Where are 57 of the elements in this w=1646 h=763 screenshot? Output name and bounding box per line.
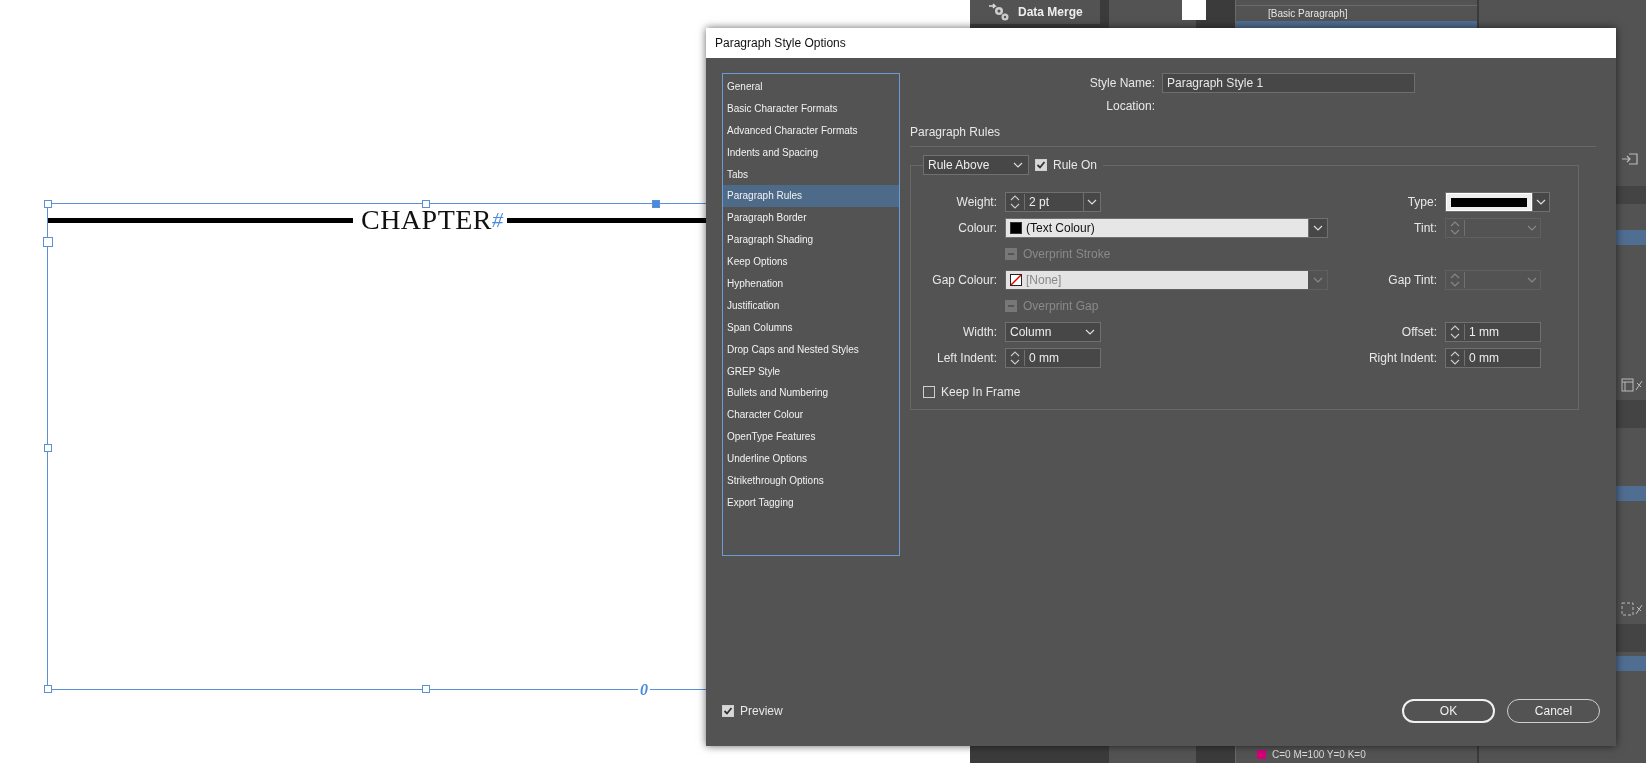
field-label: Left Indent: xyxy=(935,351,997,365)
panel-icon[interactable] xyxy=(1621,152,1639,166)
field-label: Colour: xyxy=(957,221,997,235)
field-label: Offset: xyxy=(1400,325,1437,339)
colour-dropdown[interactable]: (Text Colour) xyxy=(1005,218,1328,238)
chevron-down-icon xyxy=(1536,199,1546,205)
category-item[interactable]: Tabs xyxy=(723,163,899,186)
combo-field[interactable]: 2 pt xyxy=(1005,192,1101,212)
chevron-down-icon xyxy=(1085,329,1095,335)
frame-icon[interactable] xyxy=(1621,602,1643,616)
chevron-down-icon xyxy=(1313,225,1323,231)
data-merge-tab[interactable]: Data Merge xyxy=(970,0,1100,24)
style-name-field[interactable]: Paragraph Style 1 xyxy=(1162,73,1415,93)
field-label: Gap Colour: xyxy=(931,273,997,287)
selection-handle[interactable] xyxy=(43,237,53,247)
chevron-down-icon xyxy=(1527,277,1537,283)
selection-handle[interactable] xyxy=(422,685,430,693)
dialog-button[interactable]: OK xyxy=(1402,699,1495,723)
window-title: Paragraph Style Options xyxy=(715,36,846,50)
checkbox-label: Rule On xyxy=(1053,158,1098,172)
category-item[interactable]: Paragraph Rules xyxy=(723,185,899,208)
checkbox-label: Keep In Frame xyxy=(941,385,1021,399)
chevron-down-icon xyxy=(1313,277,1323,283)
category-item[interactable]: Indents and Spacing xyxy=(723,141,899,164)
field-label: Width: xyxy=(962,325,997,339)
number-marker: # xyxy=(492,208,505,232)
field-label: Right Indent: xyxy=(1367,351,1437,365)
chevron-down-icon xyxy=(1527,225,1537,231)
field-label: Location: xyxy=(1105,99,1155,113)
field-label: Tint: xyxy=(1413,221,1437,235)
selection-handle[interactable] xyxy=(652,200,660,208)
selection-handle[interactable] xyxy=(44,685,52,693)
field-label: Gap Tint: xyxy=(1387,273,1437,287)
dropdown[interactable]: Column xyxy=(1005,322,1101,342)
field-label: Type: xyxy=(1406,195,1437,209)
category-item[interactable]: General xyxy=(723,76,899,98)
field-label: Weight: xyxy=(955,195,997,209)
number-field[interactable]: 0 mm xyxy=(1005,348,1101,368)
category-item[interactable]: Advanced Character Formats xyxy=(723,119,899,142)
selection-handle[interactable] xyxy=(44,200,52,208)
dropdown[interactable]: Rule Above xyxy=(923,155,1029,175)
field-label: Style Name: xyxy=(1088,76,1155,90)
fill-swatch[interactable] xyxy=(1182,0,1206,20)
gears-icon xyxy=(988,2,1010,22)
selection-handle[interactable] xyxy=(44,444,52,452)
section-heading: Paragraph Rules xyxy=(910,125,1002,139)
chevron-down-icon xyxy=(1013,162,1023,168)
category-item[interactable]: Basic Character Formats xyxy=(723,97,899,120)
checkbox-label: Preview xyxy=(740,704,783,718)
frame-icon[interactable] xyxy=(1621,378,1643,392)
selection-handle[interactable] xyxy=(422,200,430,208)
chevron-down-icon xyxy=(1087,199,1097,205)
chapter-heading: CHAPTER xyxy=(359,208,493,232)
stroke-type-dropdown[interactable] xyxy=(1445,192,1550,212)
number-field[interactable]: 0 mm xyxy=(1445,348,1541,368)
swatch-name[interactable]: C=0 M=100 Y=0 K=0 xyxy=(1272,748,1366,760)
number-field[interactable]: 1 mm xyxy=(1445,322,1541,342)
